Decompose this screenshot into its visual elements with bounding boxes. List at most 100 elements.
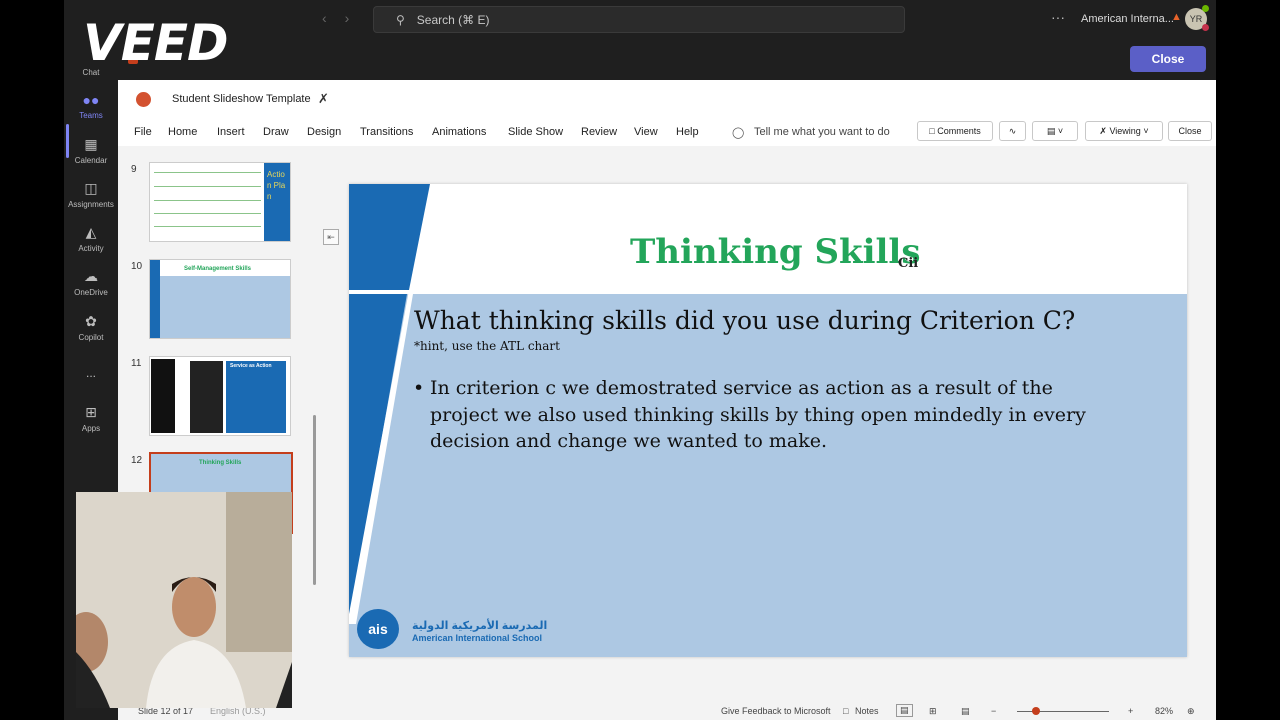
rail-item-calendar[interactable]: ▦ Calendar — [64, 136, 118, 165]
feedback-link[interactable]: Give Feedback to Microsoft — [721, 706, 831, 716]
menu-draw[interactable]: Draw — [263, 126, 289, 138]
search-placeholder: Search (⌘ E) — [416, 12, 490, 27]
tell-me-box[interactable]: Tell me what you want to do — [754, 126, 890, 138]
webcam-video — [76, 492, 292, 708]
present-icon: ▤ ˅ — [1046, 125, 1064, 136]
present-button[interactable]: ▤ ˅ — [1032, 121, 1078, 141]
fit-slide-icon[interactable]: ⊕ — [1187, 706, 1195, 717]
thumbnail-scrollbar[interactable] — [313, 415, 316, 585]
rail-item-activity[interactable]: ◭ Activity — [64, 224, 118, 253]
thumb-title: Thinking Skills — [199, 460, 242, 466]
slide-hint[interactable]: *hint, use the ATL chart — [414, 339, 560, 353]
more-icon: ... — [85, 366, 96, 380]
thumb-number: 10 — [131, 261, 143, 272]
webcam-overlay — [76, 492, 292, 708]
rail-item-apps[interactable]: ⊞ Apps — [64, 404, 118, 433]
thumb-number: 12 — [131, 455, 143, 466]
school-name-arabic: المدرسة الأمريكية الدولية — [412, 620, 548, 632]
zoom-slider-thumb[interactable] — [1032, 707, 1040, 715]
slide-question[interactable]: What thinking skills did you use during … — [414, 306, 1075, 335]
menu-slide-show[interactable]: Slide Show — [508, 126, 563, 138]
search-bar[interactable]: ⚲ Search (⌘ E) — [373, 6, 905, 33]
apps-icon: ⊞ — [85, 404, 97, 420]
rail-item-more[interactable]: ... — [64, 366, 118, 380]
menu-review[interactable]: Review — [581, 126, 617, 138]
calendar-icon: ▦ — [84, 136, 98, 152]
thumbnail-slide-9[interactable]: Action Plan — [149, 162, 291, 242]
rail-item-assignments[interactable]: ◫ Assignments — [64, 180, 118, 209]
org-name[interactable]: American Interna... — [1081, 13, 1174, 25]
teams-icon: ●● — [82, 92, 100, 108]
nav-arrows: ‹ › — [322, 10, 349, 26]
menu-insert[interactable]: Insert — [217, 126, 245, 138]
powerpoint-logo-icon — [136, 92, 151, 107]
zoom-level[interactable]: 82% — [1155, 706, 1173, 716]
school-name-english: American International School — [412, 633, 543, 643]
menu-file[interactable]: File — [134, 126, 152, 138]
document-name[interactable]: Student Slideshow Template — [172, 93, 311, 105]
ais-logo: ais — [357, 609, 399, 649]
warning-icon: ▲ — [1171, 11, 1182, 23]
reading-view-icon[interactable]: ▤ — [961, 706, 970, 717]
slide-bullet[interactable]: • In criterion c we demostrated service a… — [413, 375, 1113, 455]
viewing-mode-dropdown[interactable]: ✗ Viewing ˅ — [1085, 121, 1163, 141]
menu-home[interactable]: Home — [168, 126, 197, 138]
viewing-icon: ✗ — [1099, 125, 1110, 136]
watermark-logo: VEED — [83, 14, 229, 72]
menu-help[interactable]: Help — [676, 126, 699, 138]
thumbnail-slide-10[interactable]: Self-Management Skills — [149, 259, 291, 339]
activity-icon: ∿ — [1008, 125, 1017, 136]
rail-label: Teams — [79, 111, 103, 120]
ppt-titlebar: Student Slideshow Template ✗ — [118, 80, 1216, 120]
criterion-label[interactable]: Cii — [898, 256, 918, 271]
rail-label: Apps — [81, 424, 101, 433]
zoom-in-icon[interactable]: + — [1128, 706, 1133, 716]
rail-label: Calendar — [74, 156, 108, 165]
comments-label: Comments — [937, 126, 981, 136]
comments-button[interactable]: □ Comments — [917, 121, 993, 141]
zoom-slider[interactable] — [1017, 711, 1109, 712]
thumbnail-slide-11[interactable]: Service as Action — [149, 356, 291, 436]
back-arrow-icon[interactable]: ‹ — [322, 10, 327, 26]
slide-title[interactable]: Thinking Skills — [630, 232, 920, 272]
thumb-number: 9 — [131, 164, 137, 175]
zoom-out-icon[interactable]: − — [991, 706, 996, 716]
close-button[interactable]: Close — [1130, 46, 1206, 72]
slide-12: Thinking Skills Cii What thinking skills… — [349, 184, 1187, 657]
viewing-label: Viewing — [1109, 126, 1141, 136]
assignments-icon: ◫ — [84, 180, 98, 196]
thumb-title: Service as Action — [230, 363, 272, 369]
cloud-icon: ☁ — [84, 268, 98, 284]
collapse-pane-icon[interactable]: ⇤ — [323, 229, 339, 245]
menu-view[interactable]: View — [634, 126, 658, 138]
rail-label: Copilot — [78, 333, 104, 342]
rail-item-teams[interactable]: ●● Teams — [64, 92, 118, 120]
close-ppt-button[interactable]: Close — [1168, 121, 1212, 141]
catch-up-button[interactable]: ∿ — [999, 121, 1026, 141]
notification-dot — [1202, 24, 1209, 31]
normal-view-icon[interactable]: ▤ — [896, 704, 913, 717]
bullet-icon: • — [413, 377, 425, 399]
more-options-icon[interactable]: ··· — [1051, 9, 1065, 25]
notes-button[interactable]: Notes — [855, 706, 879, 716]
presence-dot — [1202, 5, 1209, 12]
search-icon: ⚲ — [396, 12, 405, 27]
menu-transitions[interactable]: Transitions — [360, 126, 413, 138]
rail-item-copilot[interactable]: ✿ Copilot — [64, 313, 118, 342]
rail-item-onedrive[interactable]: ☁ OneDrive — [64, 268, 118, 297]
menu-design[interactable]: Design — [307, 126, 341, 138]
copilot-icon: ✿ — [85, 313, 97, 329]
rail-label: Activity — [78, 244, 104, 253]
editing-pen-icon[interactable]: ✗ — [318, 91, 329, 107]
menu-animations[interactable]: Animations — [432, 126, 486, 138]
thumb-number: 11 — [131, 358, 142, 369]
chevron-down-icon: ˅ — [1140, 126, 1149, 136]
top-bar: ‹ › ⚲ Search (⌘ E) ··· American Interna.… — [64, 0, 1216, 38]
slide-sorter-icon[interactable]: ⊞ — [929, 706, 937, 717]
lightbulb-icon: ◯ — [732, 127, 745, 139]
bullet-text: In criterion c we demostrated service as… — [430, 377, 1086, 452]
notes-icon: □ — [843, 706, 849, 716]
rail-label: OneDrive — [74, 288, 108, 297]
forward-arrow-icon[interactable]: › — [345, 10, 350, 26]
thumb-side-text: Action Plan — [267, 170, 286, 201]
